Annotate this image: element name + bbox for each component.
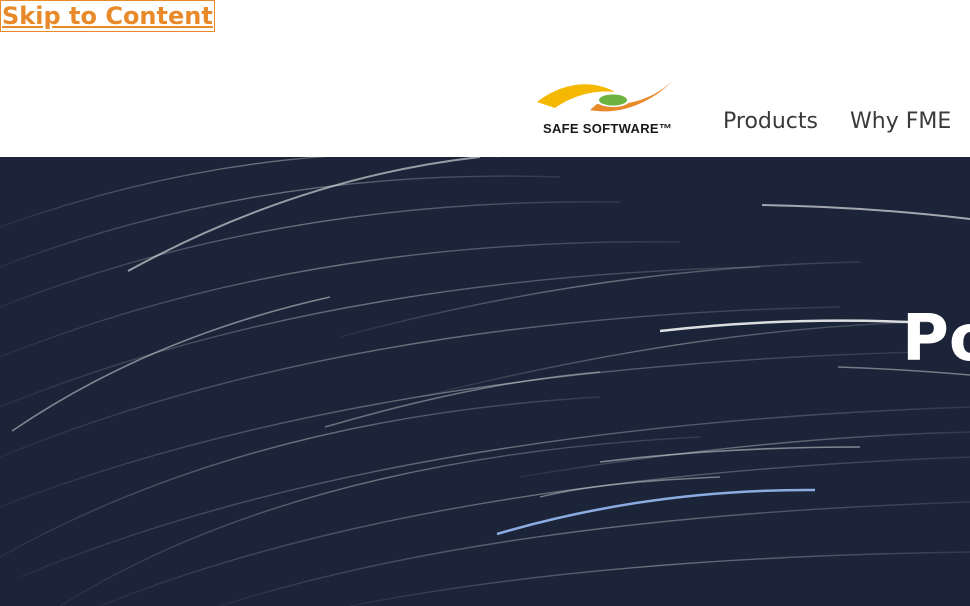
site-header: SAFE SOFTWARE™ Products Why FME	[0, 32, 970, 157]
swoosh-logo-icon	[537, 76, 677, 112]
nav-item-products[interactable]: Products	[723, 109, 818, 134]
safe-software-logo[interactable]: SAFE SOFTWARE™	[535, 74, 690, 136]
star-trails-background	[0, 157, 970, 606]
page: Skip to Content SAFE SOFTWARE™ Products …	[0, 0, 970, 606]
nav-item-why-fme[interactable]: Why FME	[850, 109, 951, 134]
main-nav: Products Why FME	[723, 109, 951, 134]
hero-banner: Po	[0, 157, 970, 606]
skip-to-content-link[interactable]: Skip to Content	[0, 0, 215, 32]
hero-title: Po	[902, 302, 970, 376]
logo-wordmark: SAFE SOFTWARE™	[543, 121, 673, 136]
